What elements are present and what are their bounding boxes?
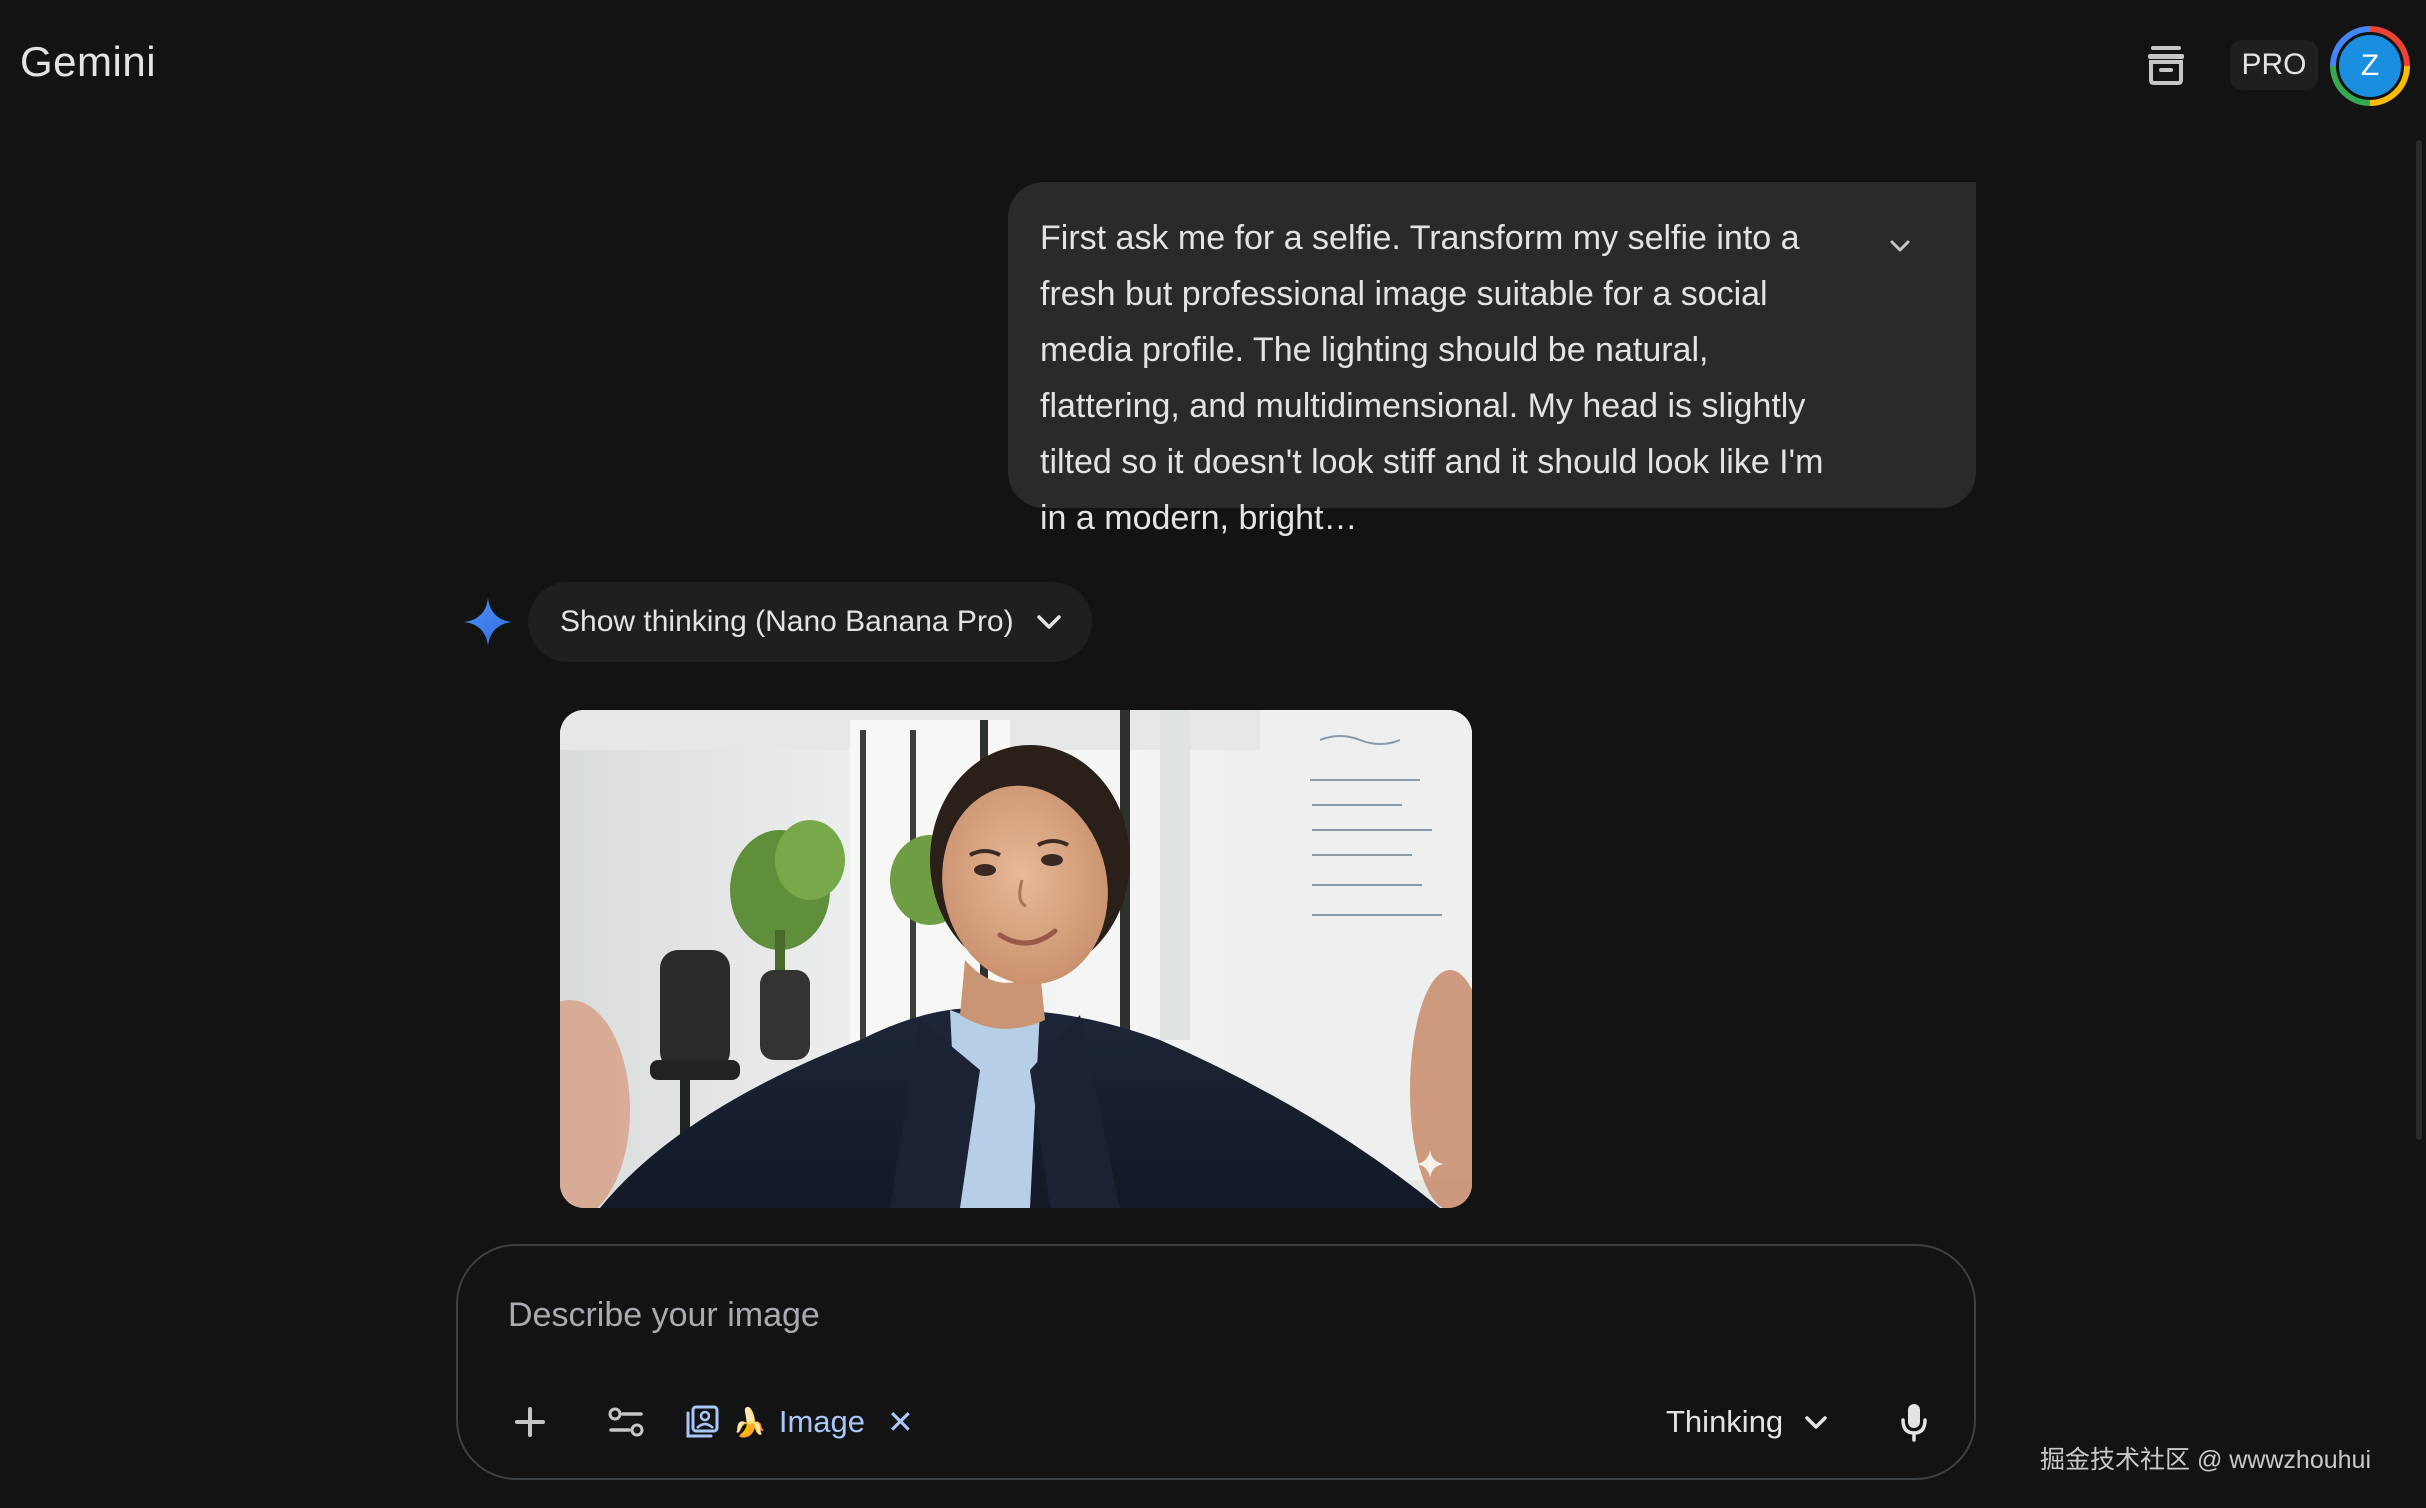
gemini-page: Gemini PRO Z First ask me for a selfie. … (0, 0, 2426, 1508)
mode-label: Thinking (1666, 1404, 1784, 1439)
gemini-spark-icon (462, 596, 514, 648)
scrollbar[interactable] (2416, 140, 2422, 1140)
show-thinking-button[interactable]: Show thinking (Nano Banana Pro) (528, 582, 1092, 662)
prompt-input[interactable] (506, 1286, 1810, 1344)
add-attachment-button[interactable] (502, 1394, 558, 1450)
microphone-button[interactable] (1886, 1394, 1942, 1450)
chevron-down-icon (1803, 1413, 1829, 1431)
plus-icon (515, 1407, 545, 1437)
image-chip-label: Image (778, 1404, 866, 1439)
mode-selector[interactable]: Thinking (1666, 1394, 1829, 1450)
prompt-composer: 🍌 Image ✕ Thinking (456, 1244, 1976, 1480)
generated-image[interactable] (560, 710, 1472, 1208)
avatar: Z (2336, 32, 2404, 100)
tools-button[interactable] (598, 1394, 654, 1450)
watermark-text: 掘金技术社区 @ wwwzhouhui (2040, 1446, 2372, 1474)
image-tool-chip[interactable]: 🍌 Image ✕ (684, 1394, 914, 1450)
image-gallery-icon (686, 1405, 719, 1438)
chevron-down-icon (1034, 604, 1070, 640)
user-prompt-bubble: First ask me for a selfie. Transform my … (1008, 182, 1976, 537)
banana-icon: 🍌 (732, 1406, 767, 1438)
account-avatar-button[interactable]: Z (2330, 26, 2410, 106)
expand-prompt-chevron-icon[interactable] (1880, 226, 1920, 266)
show-thinking-label: Show thinking (Nano Banana Pro) (560, 605, 1014, 638)
tools-icon (608, 1407, 644, 1437)
user-prompt-text: First ask me for a selfie. Transform my … (1040, 219, 1824, 537)
pro-badge[interactable]: PRO (2230, 40, 2318, 90)
close-icon[interactable]: ✕ (887, 1403, 914, 1441)
app-title[interactable]: Gemini (20, 38, 156, 86)
microphone-icon (1901, 1404, 1927, 1442)
temporary-chat-icon[interactable] (2140, 38, 2192, 90)
